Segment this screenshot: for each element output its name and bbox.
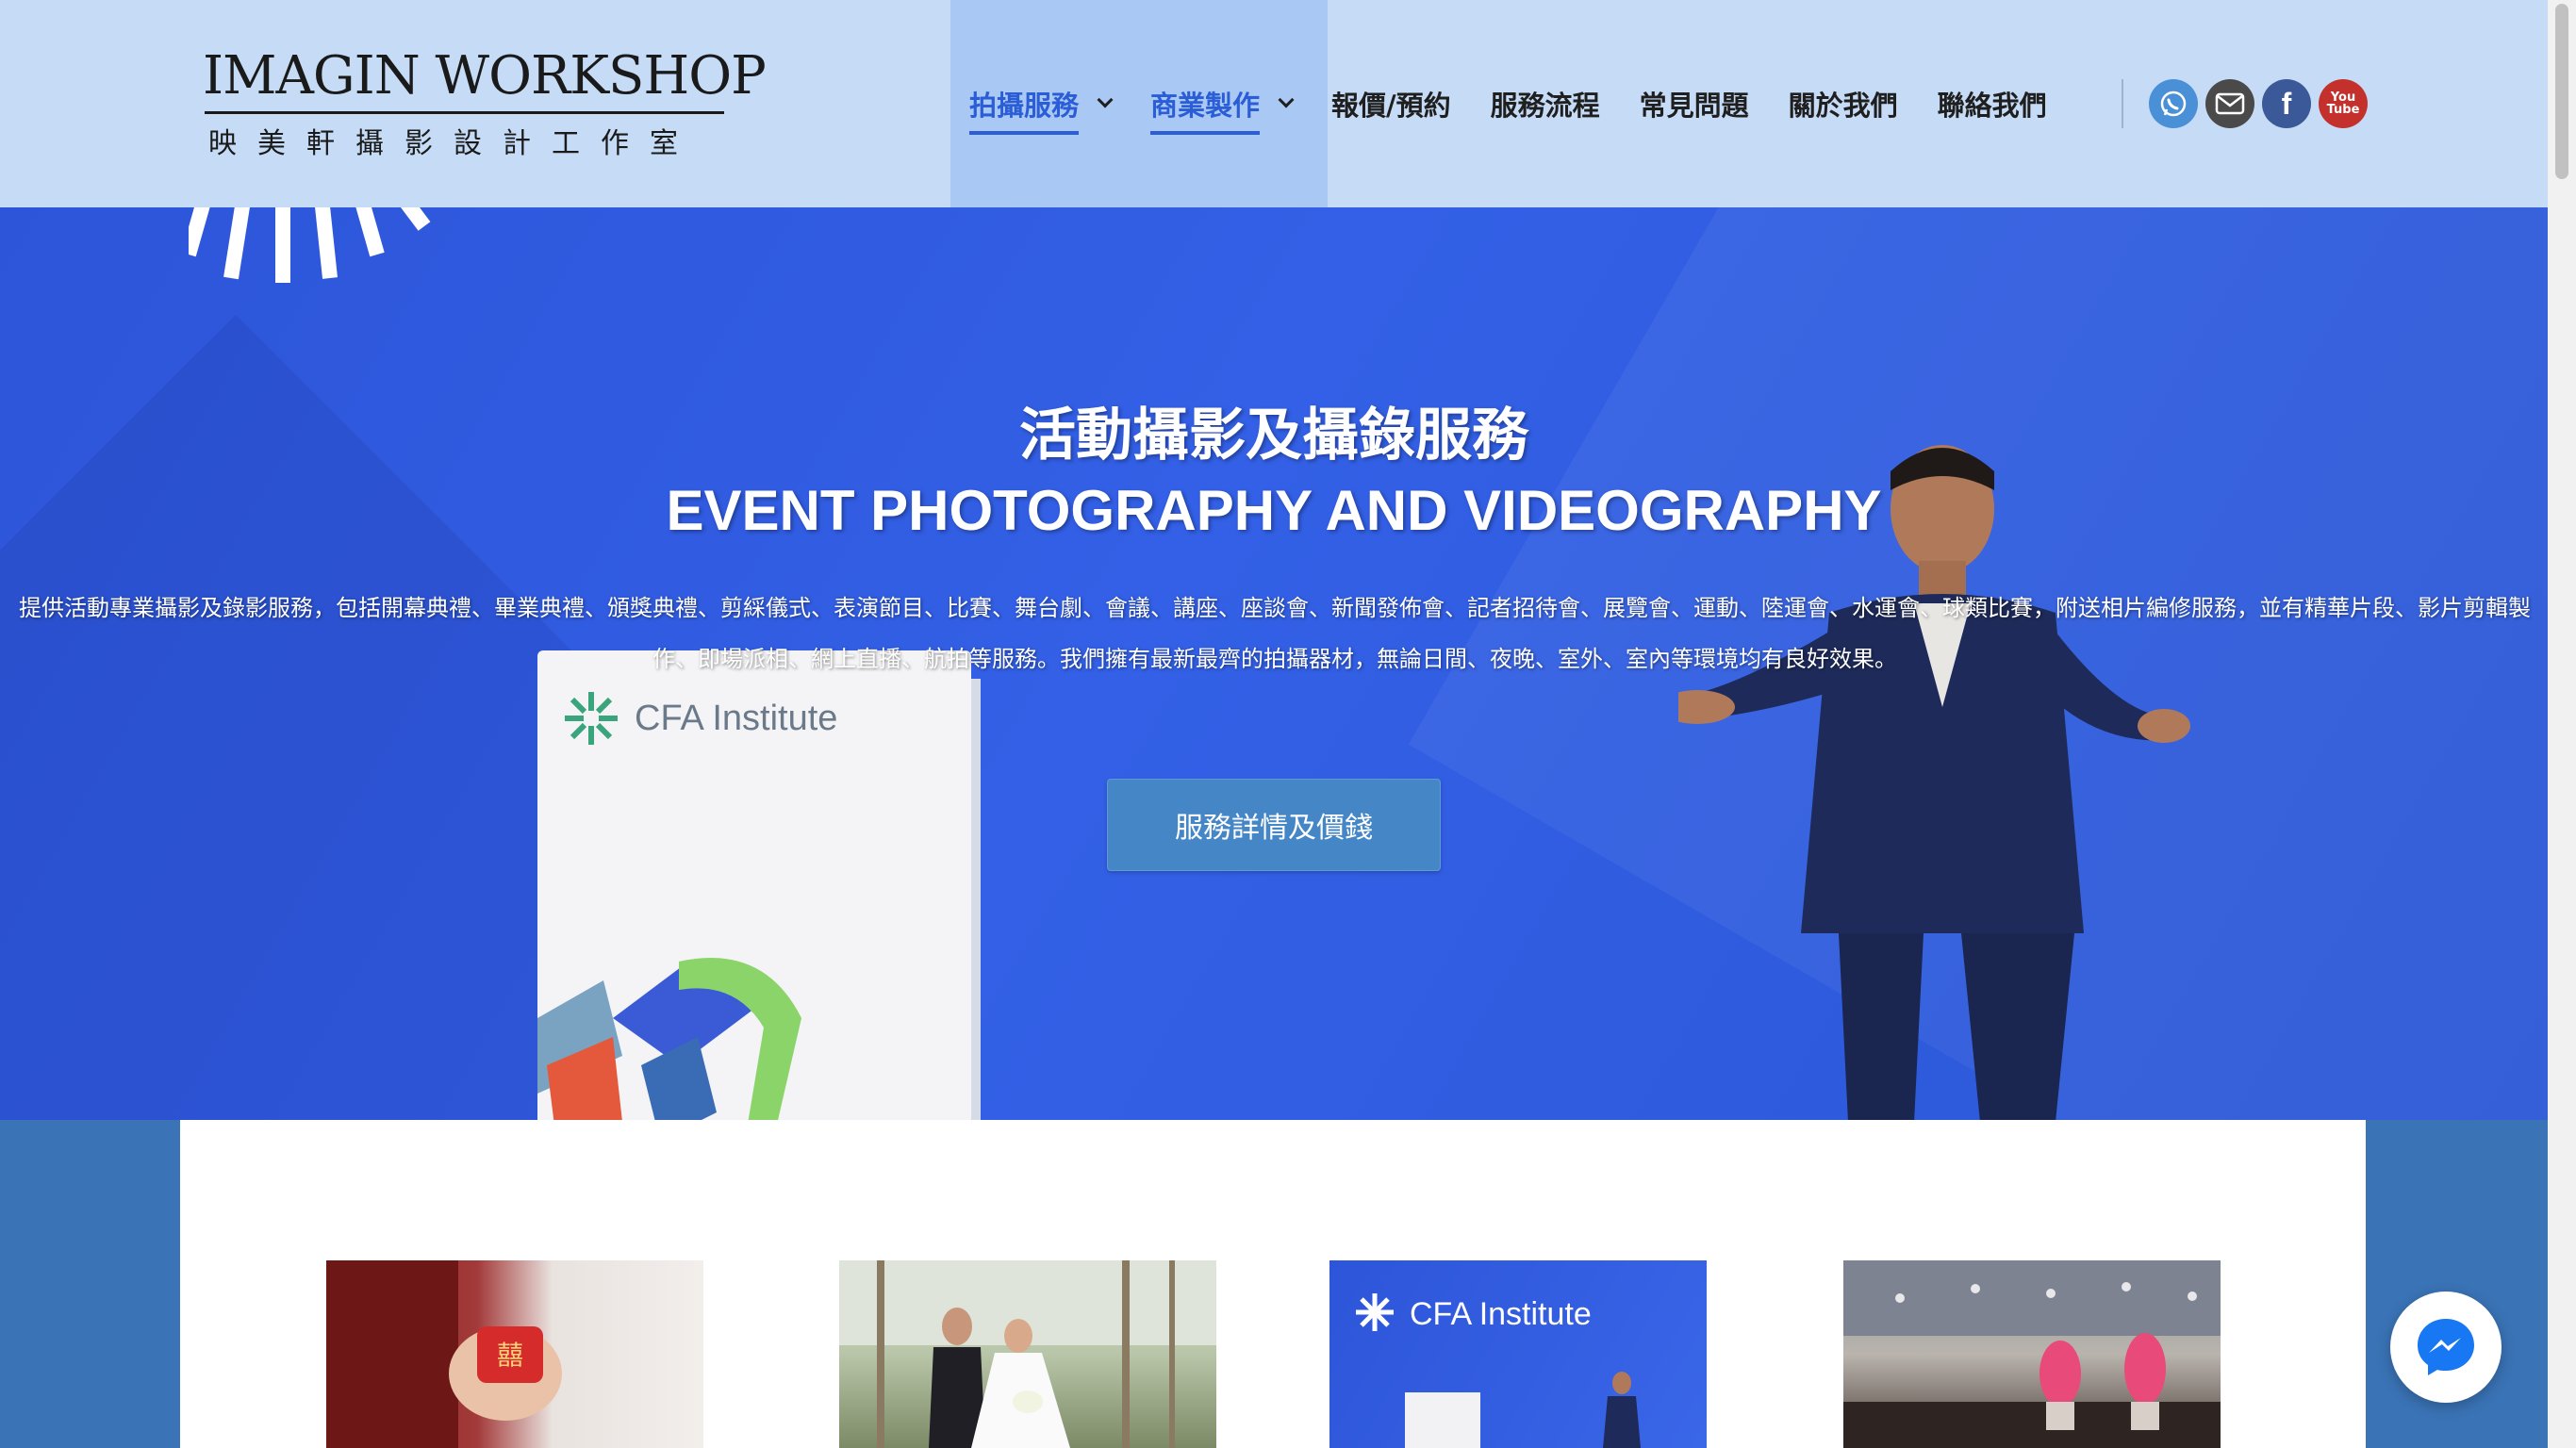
nav-item-commercial-production[interactable]: 商業製作 <box>1150 73 1295 135</box>
nav-item-about-us[interactable]: 關於我們 <box>1789 84 1898 123</box>
nav-label: 服務流程 <box>1490 90 1600 122</box>
logo-main-text: IMAGIN WORKSHOP <box>203 45 767 107</box>
nav-label: 常見問題 <box>1639 90 1749 122</box>
podium-graphic <box>537 958 801 1120</box>
gallery-thumbnail-event-speaker[interactable]: CFA Institute <box>1329 1260 1707 1448</box>
logo-sub-text: 映美軒攝影設計工作室 <box>208 127 699 160</box>
nav-label: 報價/預約 <box>1331 90 1451 122</box>
podium-logo-text: CFA Institute <box>635 698 838 738</box>
nav-label: 拍攝服務 <box>969 84 1080 135</box>
service-details-button[interactable]: 服務詳情及價錢 <box>1107 779 1441 871</box>
logo-divider <box>205 111 724 114</box>
nav-item-quote-booking[interactable]: 報價/預約 <box>1331 84 1451 123</box>
whatsapp-icon[interactable] <box>2149 79 2198 128</box>
scrollbar-thumb[interactable] <box>2555 4 2568 179</box>
email-icon[interactable] <box>2205 79 2254 128</box>
wedding-couple-image <box>839 1260 1216 1448</box>
youtube-icon[interactable]: You Tube <box>2319 79 2368 128</box>
svg-text:囍: 囍 <box>497 1340 523 1371</box>
nav-label: 關於我們 <box>1788 90 1898 122</box>
nav-item-shooting-services[interactable]: 拍攝服務 <box>969 73 1114 135</box>
hero-description: 提供活動專業攝影及錄影服務，包括開幕典禮、畢業典禮、頒獎典禮、剪綵儀式、表演節目… <box>19 595 2531 672</box>
facebook-icon[interactable]: f <box>2262 79 2311 128</box>
messenger-icon <box>2418 1319 2474 1375</box>
thumbnail-logo-text: CFA Institute <box>1410 1296 1592 1332</box>
nav-label: 聯絡我們 <box>1937 90 2047 122</box>
site-logo[interactable]: IMAGIN WORKSHOP 映美軒攝影設計工作室 <box>203 45 767 161</box>
site-header: IMAGIN WORKSHOP 映美軒攝影設計工作室 拍攝服務 商業製作 報價/… <box>0 0 2548 207</box>
youtube-icon-text: Tube <box>2326 103 2360 117</box>
gallery-thumbnail-lion-dance[interactable] <box>1843 1260 2221 1448</box>
chevron-down-icon <box>1097 91 1114 108</box>
messenger-chat-button[interactable] <box>2390 1292 2502 1403</box>
lion-dance-image <box>1843 1260 2221 1448</box>
page-scrollbar[interactable] <box>2548 0 2576 1448</box>
hero-title-chinese: 活動攝影及攝錄服務 <box>1019 403 1528 469</box>
nav-item-faq[interactable]: 常見問題 <box>1640 84 1749 123</box>
chevron-down-icon <box>1278 91 1295 108</box>
event-speaker-image: CFA Institute <box>1356 1293 1641 1448</box>
nav-item-contact-us[interactable]: 聯絡我們 <box>1938 84 2047 123</box>
cfa-star-logo-fragment <box>189 207 431 283</box>
gallery-thumbnail-wedding-couple[interactable] <box>839 1260 1216 1448</box>
gallery-thumbnail-wedding-tea[interactable]: 囍 <box>326 1260 703 1448</box>
nav-divider <box>2122 79 2123 128</box>
main-nav: 拍攝服務 商業製作 報價/預約 服務流程 常見問題 關於我們 聯絡我們 <box>969 73 2087 135</box>
podium-logo: CFA Institute <box>561 688 837 749</box>
hero-banner: CFA Institute 活動攝影及攝錄服務 EVENT PHOTOGRAPH… <box>0 207 2548 1120</box>
nav-label: 商業製作 <box>1150 84 1261 135</box>
nav-item-service-process[interactable]: 服務流程 <box>1491 84 1600 123</box>
tea-ceremony-image: 囍 <box>326 1260 562 1448</box>
cfa-logo-icon <box>565 692 618 745</box>
hero-title-english: EVENT PHOTOGRAPHY AND VIDEOGRAPHY <box>666 479 1882 542</box>
social-links: f You Tube <box>2149 79 2368 128</box>
